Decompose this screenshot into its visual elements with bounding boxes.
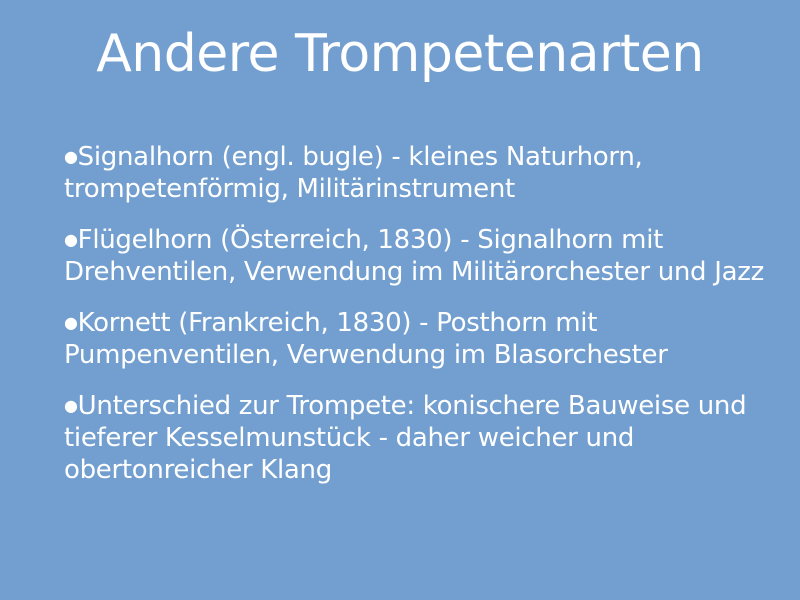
bullet-text: Unterschied zur Trompete: konischere Bau… <box>64 391 747 485</box>
bullet-text: Signalhorn (engl. bugle) - kleines Natur… <box>64 142 643 204</box>
bullet-dot-icon: ● <box>64 147 78 166</box>
bullet-item: ●Kornett (Frankreich, 1830) - Posthorn m… <box>64 307 794 371</box>
bullet-item: ●Flügelhorn (Österreich, 1830) - Signalh… <box>64 224 794 288</box>
slide-title: Andere Trompetenarten <box>96 24 704 84</box>
bullet-dot-icon: ● <box>64 313 78 332</box>
bullet-dot-icon: ● <box>64 230 78 249</box>
bullet-item: ●Unterschied zur Trompete: konischere Ba… <box>64 390 794 486</box>
bullet-item: ●Signalhorn (engl. bugle) - kleines Natu… <box>64 141 794 205</box>
bullet-text: Kornett (Frankreich, 1830) - Posthorn mi… <box>64 308 668 370</box>
bullet-list: ●Signalhorn (engl. bugle) - kleines Natu… <box>64 141 794 505</box>
bullet-dot-icon: ● <box>64 396 78 415</box>
slide: Andere Trompetenarten ●Signalhorn (engl.… <box>0 0 800 600</box>
bullet-text: Flügelhorn (Österreich, 1830) - Signalho… <box>64 225 764 287</box>
